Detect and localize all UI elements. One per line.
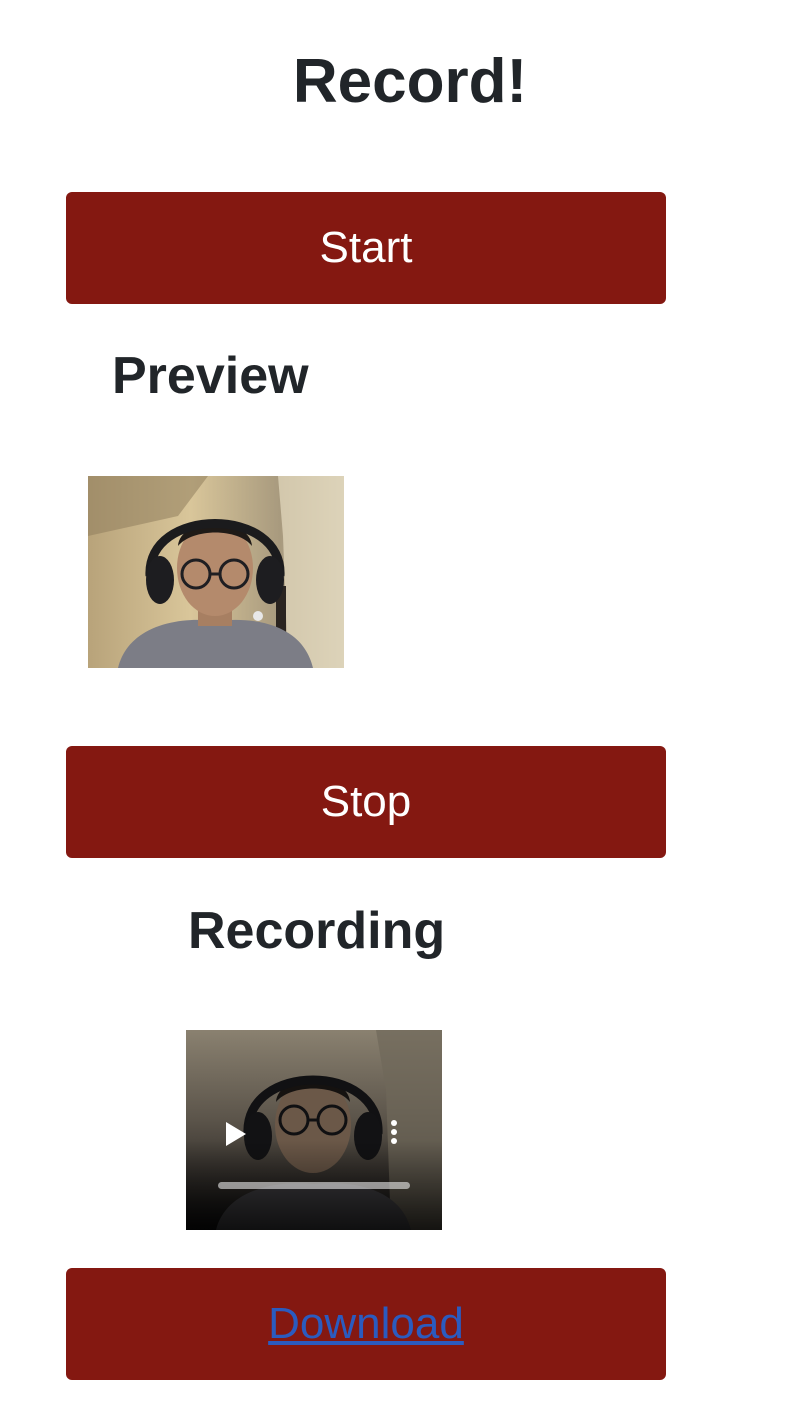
stop-button[interactable]: Stop: [66, 746, 666, 858]
more-options-icon[interactable]: [389, 1120, 399, 1148]
video-progress-bar[interactable]: [218, 1182, 410, 1189]
preview-video: [88, 476, 344, 668]
recording-heading: Recording: [188, 902, 446, 960]
start-button[interactable]: Start: [66, 192, 666, 304]
download-button[interactable]: Download: [66, 1268, 666, 1380]
download-link[interactable]: Download: [268, 1299, 464, 1349]
page-title: Record!: [292, 47, 528, 116]
preview-webcam-image: [88, 476, 344, 668]
recording-video-player[interactable]: [186, 1030, 442, 1230]
preview-heading: Preview: [112, 347, 309, 405]
play-icon[interactable]: [226, 1122, 246, 1146]
